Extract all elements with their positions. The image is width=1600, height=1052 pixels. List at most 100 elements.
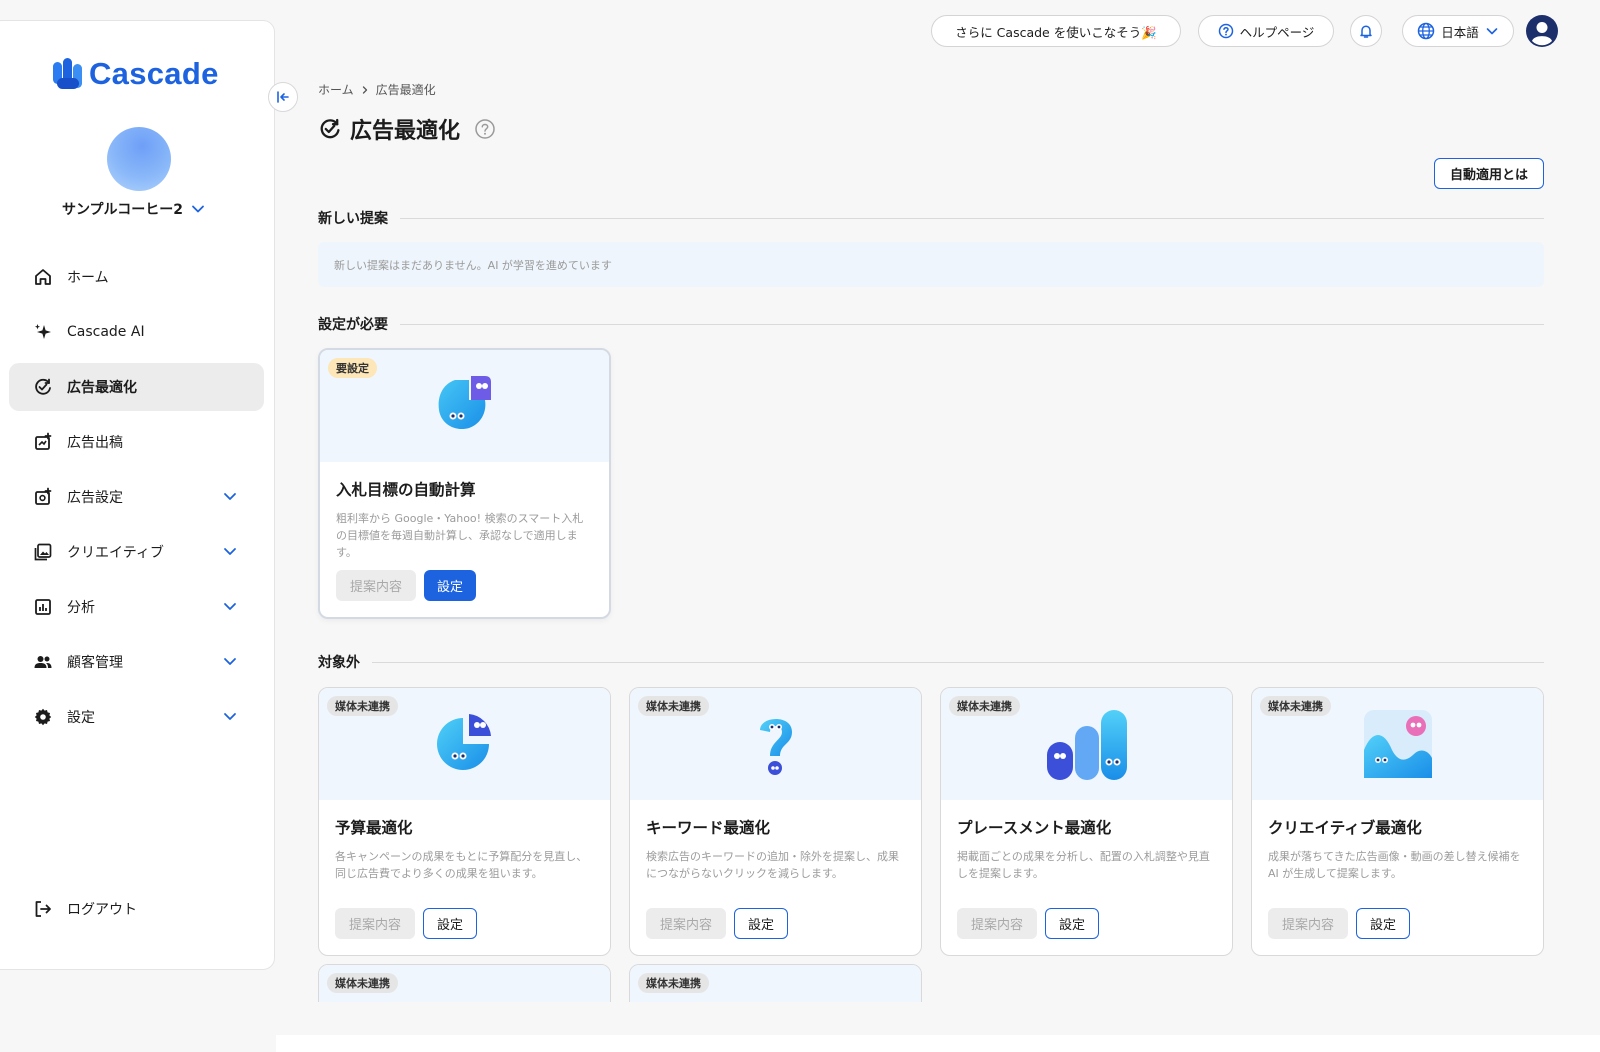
new-proposals-empty-message: 新しい提案はまだありません。AI が学習を進めています bbox=[318, 242, 1544, 287]
user-account-icon[interactable] bbox=[1526, 15, 1558, 47]
setup-button[interactable]: 設定 bbox=[424, 570, 476, 601]
brand-name: Cascade bbox=[89, 56, 219, 91]
section-divider bbox=[400, 323, 1544, 325]
card-illustration-area: 媒体未連携 bbox=[941, 688, 1232, 800]
image-illustration-icon bbox=[1363, 710, 1432, 778]
sidebar-item-creative[interactable]: クリエイティブ bbox=[9, 528, 264, 576]
sidebar-item-customers[interactable]: 顧客管理 bbox=[9, 638, 264, 686]
view-proposal-button[interactable]: 提案内容 bbox=[957, 908, 1037, 939]
section-title-text: 対象外 bbox=[318, 655, 360, 671]
breadcrumb-home[interactable]: ホーム bbox=[318, 81, 354, 98]
setup-button[interactable]: 設定 bbox=[1045, 908, 1099, 939]
page-title-text: 広告最適化 bbox=[350, 119, 461, 144]
language-label: 日本語 bbox=[1441, 24, 1479, 40]
promo-button[interactable]: さらに Cascade を使いこなそう🎉 bbox=[931, 15, 1181, 47]
sidebar-item-analytics[interactable]: 分析 bbox=[9, 583, 264, 631]
sidebar-item-ad-optimization[interactable]: 広告最適化 bbox=[9, 363, 264, 411]
status-badge: 媒体未連携 bbox=[327, 973, 398, 993]
page-bottom-area bbox=[0, 1002, 1600, 1052]
chevron-down-icon bbox=[224, 548, 236, 555]
view-proposal-button[interactable]: 提案内容 bbox=[335, 908, 415, 939]
sidebar-item-label: 広告出稿 bbox=[67, 435, 123, 451]
section-not-applicable: 対象外 bbox=[318, 652, 1544, 672]
card-description: 粗利率から Google・Yahoo! 検索のスマート入札の目標値を毎週自動計算… bbox=[336, 512, 584, 559]
card-illustration-area: 媒体未連携 bbox=[1252, 688, 1543, 800]
section-title-text: 設定が必要 bbox=[318, 317, 388, 333]
section-needs-setup: 設定が必要 bbox=[318, 314, 1544, 334]
logout-label: ログアウト bbox=[67, 902, 137, 918]
globe-icon bbox=[1417, 22, 1435, 40]
card-title: プレースメント最適化 bbox=[957, 819, 1112, 837]
section-new-proposals: 新しい提案 bbox=[318, 208, 1544, 228]
logout-icon bbox=[33, 899, 53, 919]
sidebar: Cascade サンプルコーヒー2 ホーム Cascade AI 広告最適化 広… bbox=[0, 20, 275, 970]
section-divider bbox=[372, 661, 1544, 663]
chevron-down-icon bbox=[224, 603, 236, 610]
status-badge: 媒体未連携 bbox=[638, 696, 709, 716]
collapse-sidebar-button[interactable] bbox=[268, 82, 298, 112]
help-label: ヘルプページ bbox=[1239, 24, 1315, 40]
sidebar-nav: ホーム Cascade AI 広告最適化 広告出稿 広告設定 クリエイティブ 分… bbox=[9, 253, 264, 748]
image-gallery-icon bbox=[33, 542, 53, 562]
optimize-icon bbox=[33, 377, 53, 397]
status-badge: 媒体未連携 bbox=[638, 973, 709, 993]
bar-chart-illustration-icon bbox=[1046, 710, 1127, 780]
section-title-text: 新しい提案 bbox=[318, 211, 388, 227]
sidebar-item-label: Cascade AI bbox=[67, 324, 145, 340]
status-badge: 要設定 bbox=[328, 358, 377, 378]
section-divider bbox=[400, 217, 1544, 219]
view-proposal-button[interactable]: 提案内容 bbox=[336, 570, 416, 601]
logout-button[interactable]: ログアウト bbox=[33, 899, 137, 919]
bid-target-illustration-icon bbox=[438, 376, 491, 430]
chevron-down-icon bbox=[224, 493, 236, 500]
help-circle-icon[interactable] bbox=[474, 118, 496, 140]
sidebar-item-ad-publish[interactable]: 広告出稿 bbox=[9, 418, 264, 466]
page-title: 広告最適化 bbox=[318, 113, 496, 145]
account-name: サンプルコーヒー2 bbox=[61, 202, 184, 218]
gear-icon bbox=[33, 707, 53, 727]
question-mark-illustration-icon bbox=[759, 719, 792, 775]
sidebar-item-ad-settings[interactable]: 広告設定 bbox=[9, 473, 264, 521]
card-placement-optimization: 媒体未連携 プレースメント最適化 掲載面ごとの成果を分析し、配置の入札調整や見直… bbox=[940, 687, 1233, 956]
sidebar-item-settings[interactable]: 設定 bbox=[9, 693, 264, 741]
setup-button[interactable]: 設定 bbox=[734, 908, 788, 939]
view-proposal-button[interactable]: 提案内容 bbox=[1268, 908, 1348, 939]
users-icon bbox=[33, 652, 53, 672]
setup-button[interactable]: 設定 bbox=[423, 908, 477, 939]
card-bid-target-auto-calc: 要設定 入札目標の自動計算 粗利率から Google・Yahoo! 検索のスマー… bbox=[318, 348, 611, 619]
card-title: クリエイティブ最適化 bbox=[1268, 819, 1422, 837]
view-proposal-button[interactable]: 提案内容 bbox=[646, 908, 726, 939]
language-select[interactable]: 日本語 bbox=[1402, 15, 1514, 47]
optimize-icon bbox=[320, 118, 340, 139]
status-badge: 媒体未連携 bbox=[327, 696, 398, 716]
sidebar-item-label: 顧客管理 bbox=[67, 655, 123, 671]
auto-apply-info-button[interactable]: 自動適用とは bbox=[1434, 158, 1544, 189]
card-budget-optimization: 媒体未連携 予算最適化 各キャンペーンの成果をもとに予算配分を見直し、同じ広告費… bbox=[318, 687, 611, 956]
card-title: キーワード最適化 bbox=[646, 819, 771, 837]
brand-logo[interactable]: Cascade bbox=[53, 56, 219, 92]
card-creative-optimization: 媒体未連携 クリエイティブ最適化 成果が落ちてきた広告画像・動画の差し替え候補を… bbox=[1251, 687, 1544, 956]
sidebar-item-label: 広告設定 bbox=[67, 490, 123, 506]
sidebar-item-label: 広告最適化 bbox=[67, 380, 137, 396]
card-illustration-area: 要設定 bbox=[320, 350, 609, 462]
sidebar-item-label: クリエイティブ bbox=[67, 545, 164, 561]
card-description: 検索広告のキーワードの追加・除外を提案し、成果につながらないクリックを減らします… bbox=[646, 850, 899, 880]
card-description: 成果が落ちてきた広告画像・動画の差し替え候補を AI が生成して提案します。 bbox=[1268, 850, 1521, 880]
status-badge: 媒体未連携 bbox=[949, 696, 1020, 716]
ad-publish-icon bbox=[33, 432, 53, 452]
sidebar-item-cascade-ai[interactable]: Cascade AI bbox=[9, 308, 264, 356]
collapse-left-icon bbox=[277, 91, 289, 103]
card-description: 各キャンペーンの成果をもとに予算配分を見直し、同じ広告費でより多くの成果を狙いま… bbox=[335, 850, 588, 880]
notifications-button[interactable] bbox=[1350, 15, 1382, 47]
chevron-down-icon bbox=[224, 658, 236, 665]
chevron-down-icon bbox=[192, 205, 204, 213]
account-switcher[interactable]: サンプルコーヒー2 bbox=[0, 199, 276, 219]
account-avatar bbox=[107, 127, 171, 191]
help-page-button[interactable]: ヘルプページ bbox=[1198, 15, 1334, 47]
card-illustration-area: 媒体未連携 bbox=[319, 688, 610, 800]
breadcrumb: ホーム 広告最適化 bbox=[318, 81, 436, 98]
sparkle-icon bbox=[33, 322, 53, 342]
sidebar-item-home[interactable]: ホーム bbox=[9, 253, 264, 301]
chevron-down-icon bbox=[1486, 28, 1498, 35]
setup-button[interactable]: 設定 bbox=[1356, 908, 1410, 939]
